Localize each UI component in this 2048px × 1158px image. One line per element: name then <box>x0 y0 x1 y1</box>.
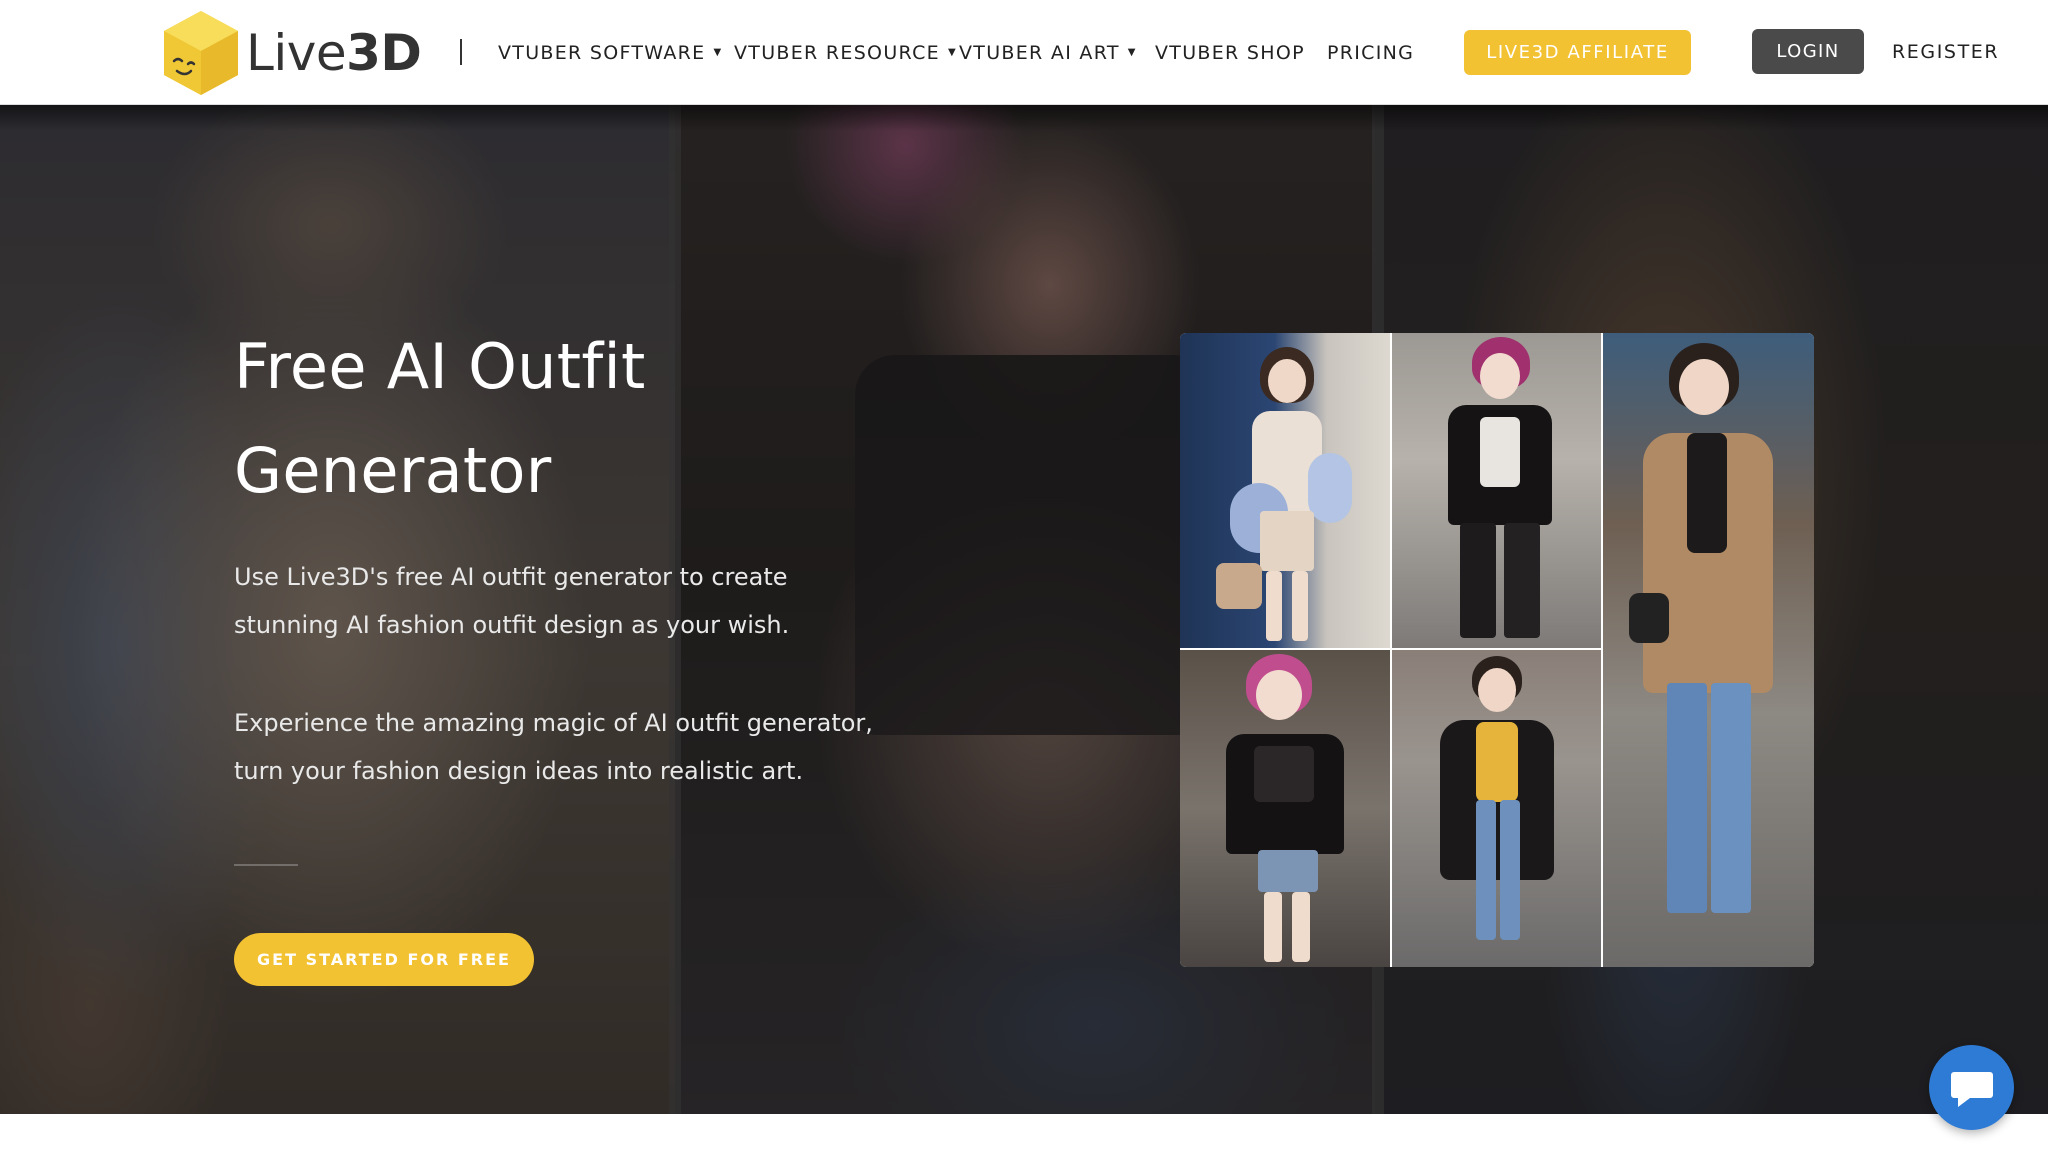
outfit-image-pastel-cardigan <box>1180 333 1390 648</box>
outfit-image-mustard-sweater <box>1392 650 1601 967</box>
logo-text-accent: 3D <box>346 24 422 82</box>
nav-vtuber-software[interactable]: VTUBER SOFTWARE ▼ <box>498 0 722 105</box>
nav-vtuber-ai-art[interactable]: VTUBER AI ART ▼ <box>959 0 1137 105</box>
logo-wordmark: Live3D <box>246 28 422 78</box>
outfit-image-camel-coat <box>1603 333 1814 967</box>
hero-top-shade <box>0 105 2048 131</box>
next-section-edge <box>0 1114 2048 1158</box>
cube-face-icon <box>164 11 238 95</box>
nav-pricing[interactable]: PRICING <box>1327 0 1414 105</box>
nav-label: VTUBER SHOP <box>1155 41 1305 64</box>
nav-vtuber-shop[interactable]: VTUBER SHOP <box>1155 0 1305 105</box>
caret-down-icon: ▼ <box>947 47 957 58</box>
login-button[interactable]: LOGIN <box>1752 29 1864 74</box>
header-divider <box>460 39 462 65</box>
hero-title-line-2: Generator <box>234 434 552 507</box>
outfit-collage <box>1180 333 1814 967</box>
get-started-button[interactable]: GET STARTED FOR FREE <box>234 933 534 986</box>
caret-down-icon: ▼ <box>1127 47 1137 58</box>
chat-bubble-icon <box>1950 1071 1993 1107</box>
hero-description-1: Use Live3D's free AI outfit generator to… <box>234 563 790 639</box>
live3d-logo[interactable]: Live3D <box>160 8 422 98</box>
chat-widget-button[interactable] <box>1929 1045 2014 1130</box>
hero-divider <box>234 864 298 866</box>
nav-label: VTUBER RESOURCE <box>734 41 940 64</box>
logo-text-main: Live <box>246 24 347 82</box>
hero-title-line-1: Free AI Outfit <box>234 330 646 403</box>
nav-label: VTUBER AI ART <box>959 41 1120 64</box>
nav-vtuber-resource[interactable]: VTUBER RESOURCE ▼ <box>734 0 957 105</box>
nav-label: VTUBER SOFTWARE <box>498 41 706 64</box>
register-link[interactable]: REGISTER <box>1892 29 1999 74</box>
hero-description-2: Experience the amazing magic of AI outfi… <box>234 709 873 785</box>
site-header: Live3D VTUBER SOFTWARE ▼ VTUBER RESOURCE… <box>0 0 2048 105</box>
nav-label: PRICING <box>1327 41 1415 64</box>
hero-title: Free AI Outfit Generator <box>234 315 874 523</box>
outfit-image-punk-crop-top <box>1180 650 1390 967</box>
outfit-image-leather-jacket <box>1392 333 1601 648</box>
affiliate-button[interactable]: LIVE3D AFFILIATE <box>1464 30 1691 75</box>
hero-section: Free AI Outfit Generator Use Live3D's fr… <box>0 105 2048 1114</box>
page: Live3D VTUBER SOFTWARE ▼ VTUBER RESOURCE… <box>0 0 2048 1158</box>
caret-down-icon: ▼ <box>713 47 723 58</box>
